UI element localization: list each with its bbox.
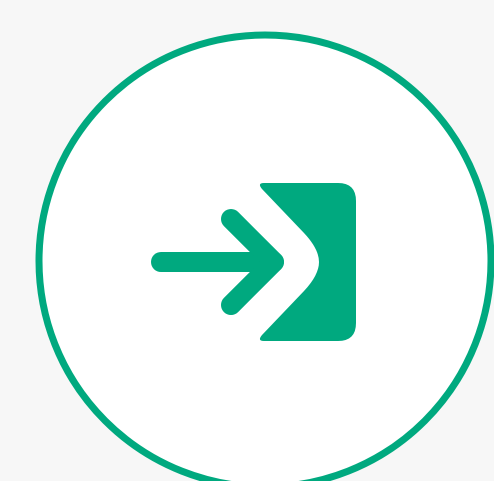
login-icon-stage bbox=[0, 0, 494, 481]
login-icon[interactable] bbox=[0, 0, 494, 481]
